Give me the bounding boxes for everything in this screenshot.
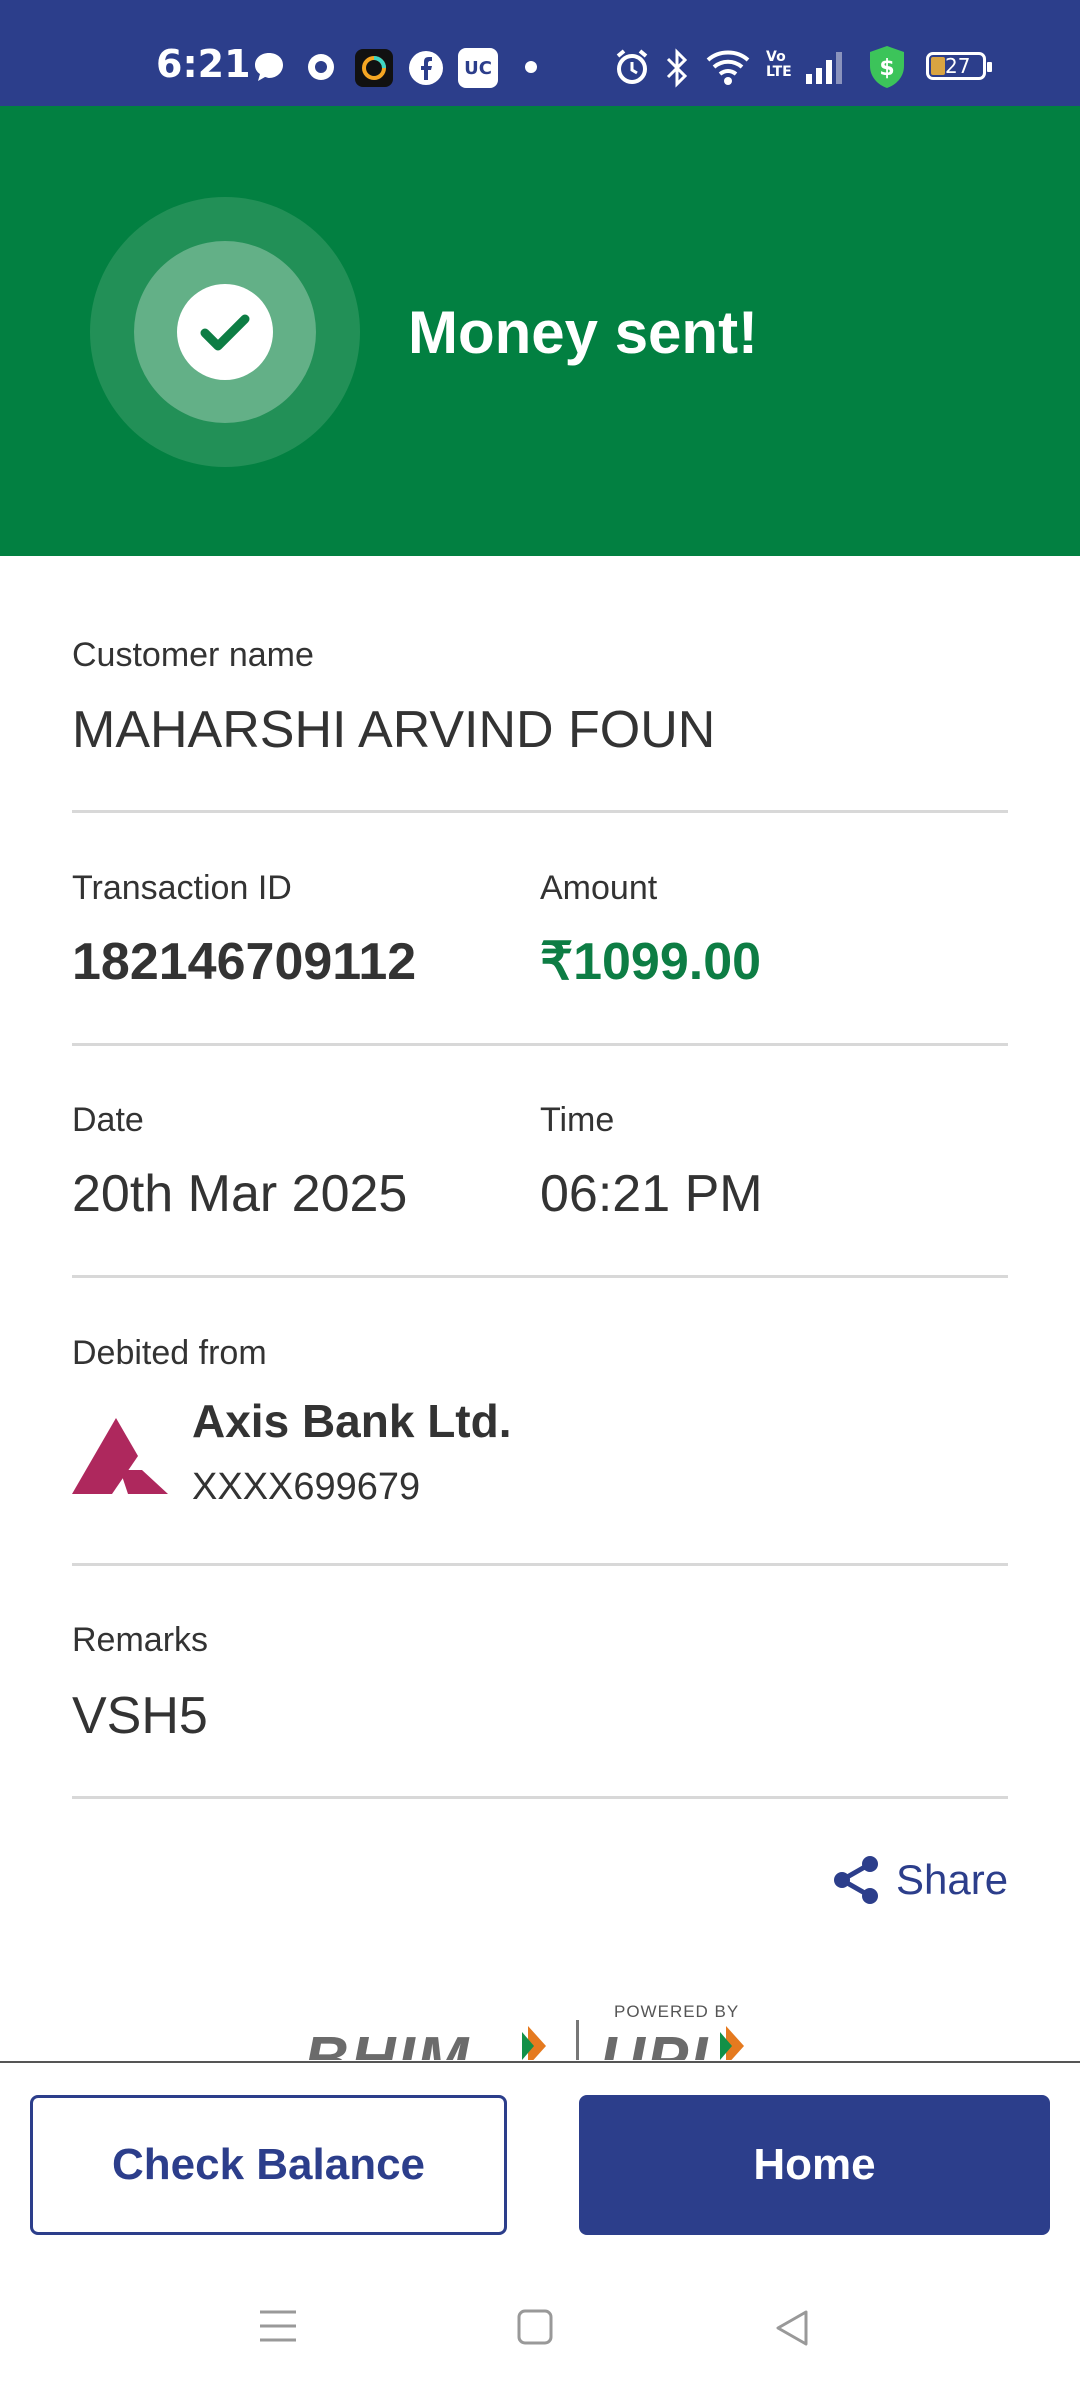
date-label: Date bbox=[72, 1101, 144, 1139]
customer-name-label: Customer name bbox=[72, 636, 314, 674]
divider bbox=[72, 810, 1008, 813]
status-bar: 6:21 UC Vo LTE $ 27 bbox=[0, 0, 1080, 106]
status-time: 6:21 bbox=[156, 42, 251, 86]
amount-value: ₹1099.00 bbox=[540, 933, 762, 991]
back-nav-icon[interactable] bbox=[772, 2308, 810, 2348]
transaction-id-value: 182146709112 bbox=[72, 933, 417, 991]
battery-icon: 27 bbox=[926, 52, 992, 80]
transaction-id-label: Transaction ID bbox=[72, 869, 292, 907]
share-label: Share bbox=[896, 1856, 1009, 1903]
debited-from-label: Debited from bbox=[72, 1334, 267, 1372]
remarks-value: VSH5 bbox=[72, 1687, 208, 1745]
shield-dollar-icon: $ bbox=[870, 46, 904, 88]
bank-account-number: XXXX699679 bbox=[192, 1466, 421, 1508]
dot-icon bbox=[525, 61, 537, 73]
menu-nav-icon[interactable] bbox=[258, 2308, 298, 2344]
alarm-icon bbox=[616, 49, 648, 84]
page-title: Money sent! bbox=[408, 299, 759, 366]
wifi-icon bbox=[706, 50, 750, 85]
time-label: Time bbox=[540, 1101, 615, 1139]
app-icon bbox=[355, 49, 393, 87]
home-nav-icon[interactable] bbox=[516, 2308, 554, 2346]
home-button[interactable]: Home bbox=[579, 2095, 1050, 2235]
axis-bank-logo bbox=[72, 1418, 168, 1494]
svg-text:$: $ bbox=[879, 56, 894, 81]
facebook-icon bbox=[409, 51, 443, 85]
success-badge bbox=[90, 197, 360, 467]
check-balance-button[interactable]: Check Balance bbox=[30, 2095, 507, 2235]
divider bbox=[72, 1796, 1008, 1799]
bank-name: Axis Bank Ltd. bbox=[192, 1395, 512, 1447]
date-value: 20th Mar 2025 bbox=[72, 1165, 408, 1223]
divider bbox=[72, 1275, 1008, 1278]
check-icon bbox=[200, 314, 250, 351]
messenger-icon bbox=[308, 54, 334, 80]
time-value: 06:21 PM bbox=[540, 1165, 763, 1223]
chat-icon bbox=[255, 53, 283, 81]
signal-icon bbox=[806, 52, 842, 84]
bhim-upi-logo: POWERED BY BHIM UPI bbox=[300, 1996, 780, 2060]
uc-browser-icon: UC bbox=[458, 48, 498, 88]
success-header: Money sent! bbox=[0, 106, 1080, 556]
battery-level: 27 bbox=[945, 54, 971, 78]
bluetooth-icon bbox=[666, 48, 688, 88]
divider bbox=[72, 1043, 1008, 1046]
remarks-label: Remarks bbox=[72, 1621, 209, 1659]
customer-name-value: MAHARSHI ARVIND FOUN bbox=[72, 701, 716, 759]
volte-icon: Vo LTE bbox=[766, 49, 792, 80]
share-button[interactable]: Share bbox=[830, 1854, 1008, 1906]
amount-label: Amount bbox=[540, 869, 658, 907]
divider bbox=[72, 1563, 1008, 1566]
bottom-action-bar: Check Balance Home bbox=[0, 2061, 1080, 2402]
share-icon bbox=[834, 1856, 878, 1904]
